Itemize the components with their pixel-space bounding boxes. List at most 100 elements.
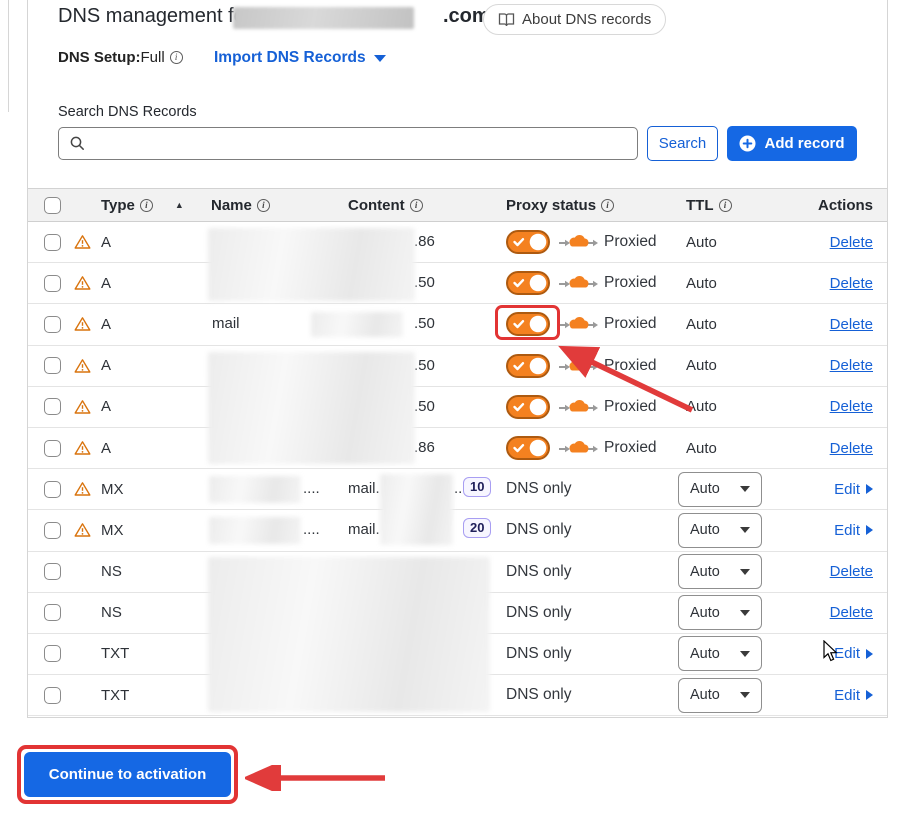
sort-ascending-icon[interactable] (175, 200, 184, 210)
warning-triangle-icon[interactable] (74, 234, 91, 250)
redacted-record-name (209, 517, 301, 544)
cloud-arrows-icon (558, 439, 598, 457)
delete-link[interactable]: Delete (830, 357, 873, 374)
row-checkbox[interactable] (44, 398, 61, 415)
delete-link[interactable]: Delete (830, 440, 873, 457)
warning-triangle-icon[interactable] (74, 275, 91, 291)
cloud-arrows-icon (558, 398, 598, 416)
chevron-down-icon (740, 651, 750, 657)
proxy-status-label: Proxied (604, 233, 657, 251)
name-info-icon[interactable] (257, 199, 270, 212)
proxy-toggle-on[interactable] (506, 395, 550, 419)
record-content-prefix: mail. (348, 521, 380, 538)
edit-link[interactable]: Edit (834, 687, 873, 704)
delete-link[interactable]: Delete (830, 563, 873, 580)
add-record-button[interactable]: Add record (727, 126, 857, 161)
about-dns-records-button[interactable]: About DNS records (483, 4, 666, 35)
redacted-block-rows-4-6 (208, 352, 415, 464)
delete-link[interactable]: Delete (830, 604, 873, 621)
warning-triangle-icon[interactable] (74, 358, 91, 374)
proxy-status-group: Proxied (506, 230, 657, 254)
search-dns-records-label: Search DNS Records (58, 104, 197, 120)
edit-link[interactable]: Edit (834, 522, 873, 539)
record-content-prefix: mail. (348, 480, 380, 497)
ttl-dropdown[interactable]: Auto (678, 678, 762, 713)
proxy-status-info-icon[interactable] (601, 199, 614, 212)
row-checkbox[interactable] (44, 604, 61, 621)
delete-link[interactable]: Delete (830, 316, 873, 333)
search-input[interactable] (58, 127, 638, 160)
ttl-dropdown[interactable]: Auto (678, 636, 762, 671)
chevron-right-icon (866, 649, 873, 659)
warning-triangle-icon[interactable] (74, 316, 91, 332)
row-checkbox[interactable] (44, 481, 61, 498)
row-checkbox[interactable] (44, 316, 61, 333)
ttl-value: Auto (686, 357, 717, 374)
dns-only-label: DNS only (506, 521, 571, 539)
proxy-toggle-on[interactable] (506, 354, 550, 378)
ttl-info-icon[interactable] (719, 199, 732, 212)
row-checkbox[interactable] (44, 563, 61, 580)
ttl-value: Auto (686, 234, 717, 251)
chevron-down-icon (740, 692, 750, 698)
warning-triangle-icon[interactable] (74, 481, 91, 497)
col-header-content[interactable]: Content (348, 197, 405, 214)
dns-only-label: DNS only (506, 645, 571, 663)
warning-triangle-icon[interactable] (74, 522, 91, 538)
ttl-dropdown[interactable]: Auto (678, 595, 762, 630)
ttl-dropdown[interactable]: Auto (678, 554, 762, 589)
ttl-value: Auto (686, 398, 717, 415)
edit-link-label: Edit (834, 645, 860, 662)
content-info-icon[interactable] (410, 199, 423, 212)
dns-only-label: DNS only (506, 563, 571, 581)
record-type: NS (101, 563, 122, 580)
record-content-suffix: .50 (414, 274, 435, 291)
select-all-checkbox[interactable] (44, 197, 61, 214)
search-input-field[interactable] (86, 128, 637, 159)
col-header-proxy-status[interactable]: Proxy status (506, 197, 596, 214)
redacted-domain-name (233, 7, 414, 29)
col-header-type[interactable]: Type (101, 197, 135, 214)
row-checkbox[interactable] (44, 234, 61, 251)
col-header-name[interactable]: Name (211, 197, 252, 214)
proxy-toggle-on[interactable] (506, 230, 550, 254)
search-button[interactable]: Search (647, 126, 718, 161)
row-checkbox[interactable] (44, 687, 61, 704)
redacted-block-mx-content (380, 474, 453, 545)
warning-triangle-icon[interactable] (74, 399, 91, 415)
row-checkbox[interactable] (44, 645, 61, 662)
delete-link[interactable]: Delete (830, 275, 873, 292)
col-header-ttl[interactable]: TTL (686, 197, 714, 214)
proxy-toggle-on[interactable] (506, 436, 550, 460)
proxy-status-group: Proxied (506, 271, 657, 295)
edit-link[interactable]: Edit (834, 645, 873, 662)
record-name-ellipsis: .... (303, 521, 320, 538)
delete-link[interactable]: Delete (830, 234, 873, 251)
ttl-dropdown-value: Auto (690, 564, 720, 580)
row-checkbox[interactable] (44, 522, 61, 539)
proxy-toggle-on[interactable] (506, 271, 550, 295)
dns-management-page: DNS management for .com About DNS record… (0, 0, 916, 816)
annotation-arrow-to-continue (245, 765, 390, 791)
import-dns-records-link[interactable]: Import DNS Records (214, 49, 386, 67)
edit-link[interactable]: Edit (834, 481, 873, 498)
row-checkbox[interactable] (44, 275, 61, 292)
row-checkbox[interactable] (44, 440, 61, 457)
ttl-dropdown[interactable]: Auto (678, 513, 762, 548)
dns-setup-row: DNS Setup: Full (58, 49, 183, 66)
record-content-suffix: .50 (414, 357, 435, 374)
annotation-box-continue-button (17, 745, 238, 804)
record-content-suffix: .86 (414, 233, 435, 250)
magnifier-icon (69, 135, 86, 152)
ttl-dropdown[interactable]: Auto (678, 472, 762, 507)
ttl-dropdown-value: Auto (690, 605, 720, 621)
record-type: A (101, 398, 111, 415)
info-circle-icon[interactable] (170, 51, 183, 64)
redacted-record-content (311, 312, 403, 337)
type-info-icon[interactable] (140, 199, 153, 212)
warning-triangle-icon[interactable] (74, 440, 91, 456)
dns-setup-label: DNS Setup: (58, 49, 141, 66)
delete-link[interactable]: Delete (830, 398, 873, 415)
record-content-suffix: .50 (414, 398, 435, 415)
row-checkbox[interactable] (44, 357, 61, 374)
